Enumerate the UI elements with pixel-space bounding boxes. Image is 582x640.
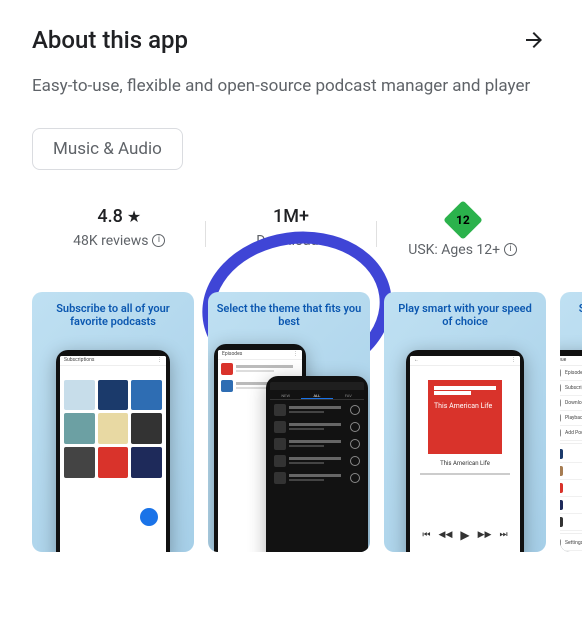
rewind-icon: ⏮ xyxy=(422,530,430,540)
stat-downloads: 1M+ Downloads xyxy=(206,206,377,249)
category-chip-row: Music & Audio xyxy=(32,128,550,170)
phone-mock: Queue⋮ Episodes Subscriptions Downloads … xyxy=(560,350,582,552)
screenshot-carousel[interactable]: Subscribe to all of your favorite podcas… xyxy=(0,292,582,552)
app-description: Easy-to-use, flexible and open-source po… xyxy=(32,74,550,100)
about-arrow-button[interactable] xyxy=(518,24,550,56)
stat-rating[interactable]: 4.8 ★ 48K reviews i xyxy=(34,206,205,249)
forward-icon: ▶▶ xyxy=(478,530,492,540)
phone-mock-dark: NEWALLFAV xyxy=(266,376,368,552)
usk-badge-icon: 12 xyxy=(443,200,483,240)
screenshot-4[interactable]: Save time with automatic downloads Queue… xyxy=(560,292,582,552)
skip-icon: ⏭ xyxy=(499,530,507,540)
downloads-value: 1M+ xyxy=(273,206,309,227)
content-rating-label: USK: Ages 12+ xyxy=(408,242,500,258)
reviews-count: 48K reviews xyxy=(73,233,148,249)
stat-content-rating[interactable]: 12 USK: Ages 12+ i xyxy=(377,206,548,258)
info-icon: i xyxy=(504,243,517,256)
star-icon: ★ xyxy=(127,207,141,226)
screenshot-2[interactable]: Select the theme that fits you best Epis… xyxy=(208,292,370,552)
info-icon: i xyxy=(152,234,165,247)
play-icon: ▶ xyxy=(460,528,469,542)
screenshot-caption: Select the theme that fits you best xyxy=(216,302,362,330)
back-icon: ◀◀ xyxy=(439,530,453,540)
stats-row: 4.8 ★ 48K reviews i 1M+ Downloads 12 USK… xyxy=(32,206,550,258)
screenshot-caption: Save time with automatic downloads xyxy=(568,302,582,330)
phone-mock: ←⋮ This American Life This American Life… xyxy=(406,350,524,552)
arrow-right-icon xyxy=(522,28,546,52)
screenshot-caption: Subscribe to all of your favorite podcas… xyxy=(40,302,186,330)
phone-mock: Subscriptions⋮ xyxy=(56,350,170,552)
screenshot-caption: Play smart with your speed of choice xyxy=(392,302,538,330)
about-header: About this app xyxy=(32,24,550,56)
category-chip-music-audio[interactable]: Music & Audio xyxy=(32,128,183,170)
screenshot-1[interactable]: Subscribe to all of your favorite podcas… xyxy=(32,292,194,552)
screenshot-3[interactable]: Play smart with your speed of choice ←⋮ … xyxy=(384,292,546,552)
rating-value: 4.8 xyxy=(97,206,122,227)
about-heading: About this app xyxy=(32,26,188,54)
downloads-label: Downloads xyxy=(256,233,326,249)
